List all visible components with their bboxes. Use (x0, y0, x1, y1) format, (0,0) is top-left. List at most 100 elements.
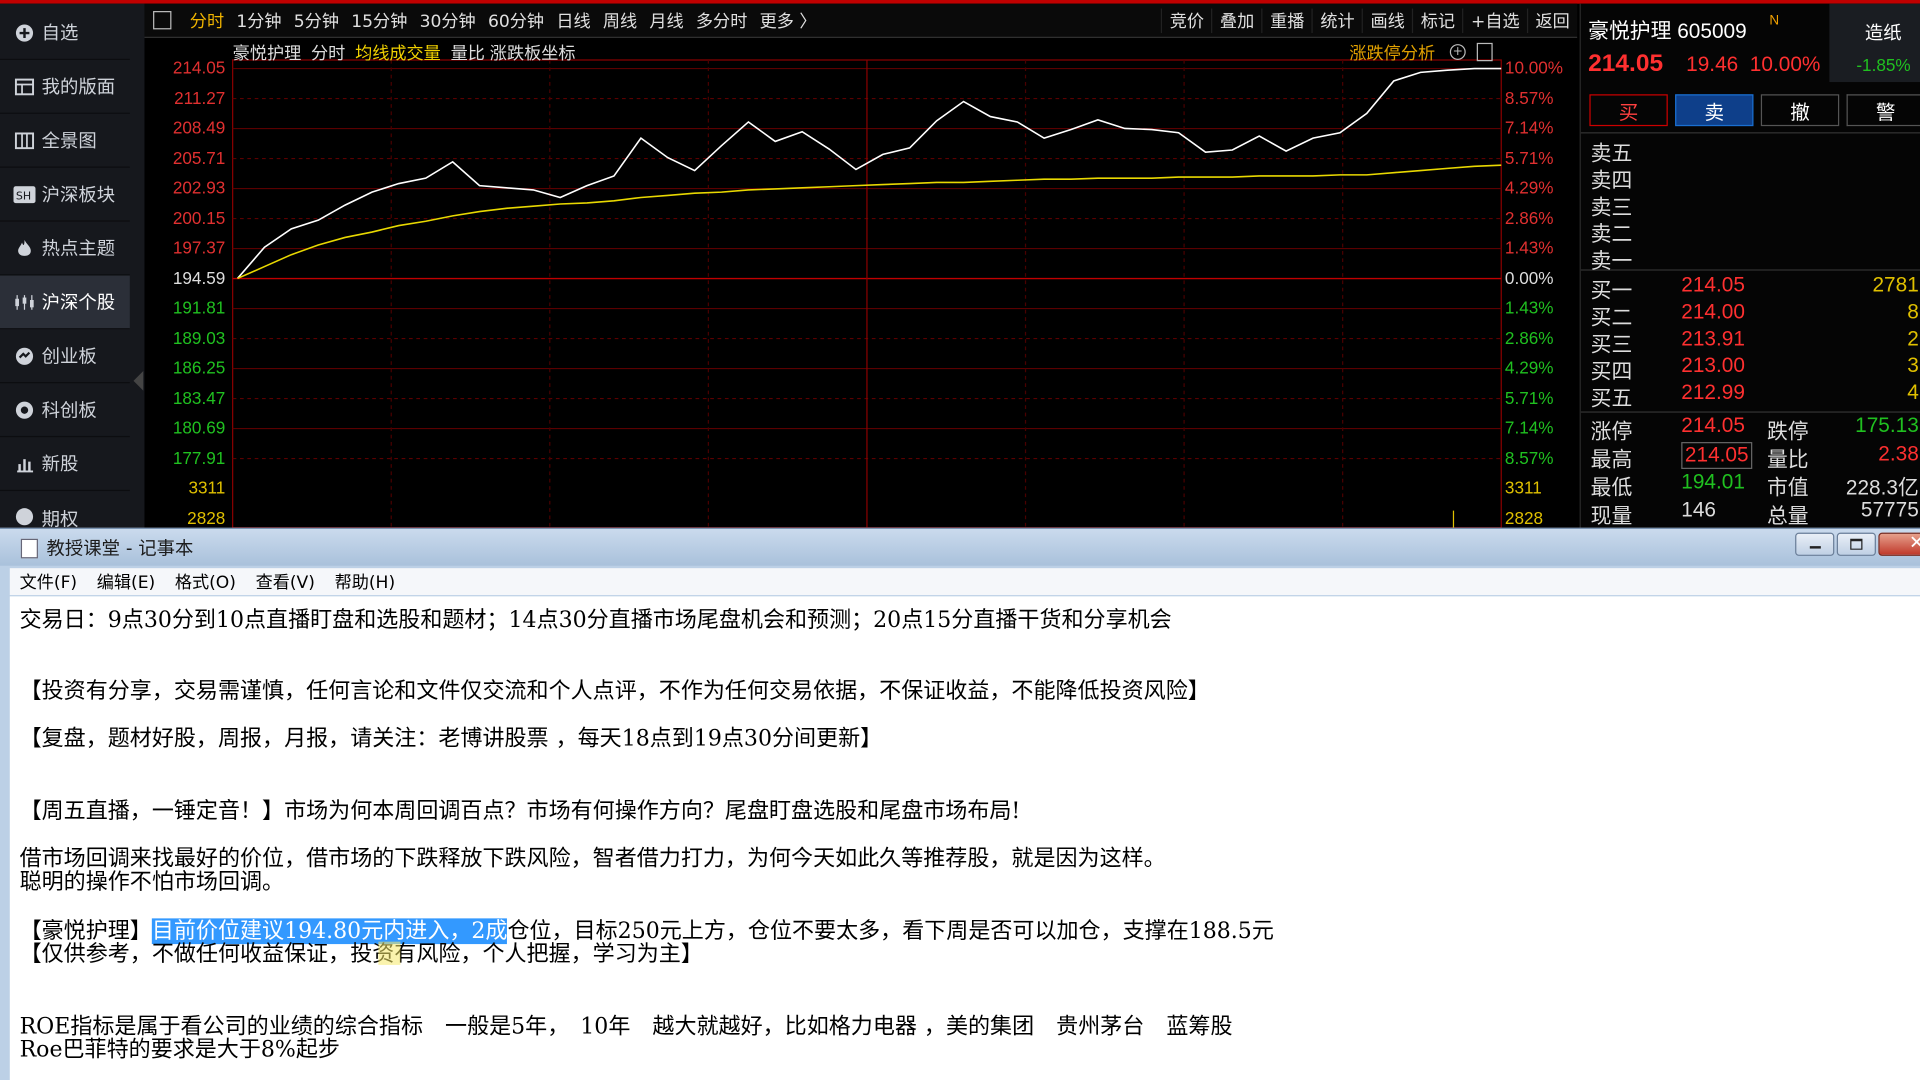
tab-5min[interactable]: 5分钟 (288, 8, 345, 32)
minimize-button[interactable] (1795, 532, 1835, 556)
sell-button[interactable]: 卖 (1675, 94, 1754, 127)
sidebar-item-sector[interactable]: SH 沪深板块 (0, 168, 130, 222)
stock-name-code: 豪悦护理 605009 (1588, 19, 1747, 43)
bid-price[interactable]: 212.99 (1681, 381, 1745, 405)
sidebar-item-hot-topics[interactable]: 热点主题 (0, 222, 130, 276)
tab-30min[interactable]: 30分钟 (413, 8, 481, 32)
percent-tick-label: 7.14% (1504, 417, 1554, 438)
cancel-order-button[interactable]: 撤 (1760, 94, 1840, 127)
chart-canvas[interactable] (144, 38, 1577, 528)
sidebar-item-panorama[interactable]: 全景图 (0, 114, 130, 168)
last-price: 214.05 (1588, 50, 1664, 78)
percent-tick-label: 1.43% (1504, 237, 1554, 258)
sector-box[interactable]: 造纸 -1.85% (1829, 3, 1920, 83)
price-tick-label: 214.05 (172, 57, 226, 78)
tab-intraday[interactable]: 分时 (184, 8, 231, 32)
percent-tick-label: 2.86% (1504, 207, 1554, 228)
notepad-title-bar[interactable]: 教授课堂 - 记事本 ✕ (0, 527, 1920, 566)
stats-button[interactable]: 统计 (1311, 7, 1362, 33)
menu-help[interactable]: 帮助(H) (325, 569, 405, 593)
tab-60min[interactable]: 60分钟 (482, 8, 550, 32)
chart-subheader: 豪悦护理 分时 均线 成交量 量比 涨跌板坐标 (233, 40, 576, 64)
tab-weekly[interactable]: 周线 (597, 8, 644, 32)
intraday-chart[interactable]: 豪悦护理 分时 均线 成交量 量比 涨跌板坐标 涨跌停分析 + 214.05 10… (144, 37, 1578, 528)
sidebar-item-label: 我的版面 (41, 75, 116, 98)
limit-analysis-button[interactable]: 涨跌停分析 (1349, 40, 1435, 64)
maximize-button[interactable] (1836, 532, 1876, 556)
bid-price[interactable]: 214.00 (1681, 300, 1745, 324)
notepad-text-area[interactable]: 交易日：9点30分到10点直播盯盘和选股和题材；14点30分直播市场尾盘机会和预… (9, 596, 1920, 1080)
tab-1min[interactable]: 1分钟 (230, 8, 287, 32)
sidebar-item-label: 热点主题 (41, 237, 116, 260)
sidebar-item-label: 新股 (41, 453, 79, 476)
percent-tick-label: 4.29% (1504, 357, 1554, 378)
stat-value: 228.3亿 (1845, 476, 1919, 500)
notepad-title: 教授课堂 - 记事本 (46, 537, 194, 560)
zoom-in-icon[interactable]: + (1449, 44, 1466, 61)
draw-button[interactable]: 画线 (1361, 7, 1412, 33)
bid-level-label: 买五 (1590, 386, 1633, 411)
ask-level-label: 卖一 (1590, 249, 1633, 274)
text-cursor-highlight (378, 941, 401, 965)
percent-tick-label: 2828 (1504, 507, 1544, 528)
sidebar-item-stocks[interactable]: 沪深个股 (0, 275, 130, 330)
add-watchlist-button[interactable]: +自选 (1462, 7, 1527, 33)
sidebar-collapse-handle[interactable] (133, 371, 144, 391)
text-line: 【周五直播，一锤定音！】市场为何本周回调百点？市场有何操作方向？尾盘盯盘选股和尾… (19, 798, 1021, 825)
panel-toggle-icon[interactable] (1476, 42, 1493, 62)
percent-tick-label: 10.00% (1504, 57, 1564, 78)
price-tick-label: 180.69 (172, 417, 226, 438)
sh-icon: SH (13, 183, 36, 205)
price-change-pct: 10.00% (1749, 52, 1821, 76)
average-price-line (237, 164, 1502, 280)
menu-file[interactable]: 文件(F) (10, 569, 87, 593)
alert-button[interactable]: 警 (1846, 94, 1920, 127)
tab-15min[interactable]: 15分钟 (345, 8, 413, 32)
ratio-label[interactable]: 量比 (451, 40, 485, 64)
price-tick-label: 3311 (188, 477, 226, 498)
notepad-window[interactable]: 教授课堂 - 记事本 ✕ 文件(F) 编辑(E) 格式(O) 查看(V) 帮助(… (0, 527, 1920, 1080)
percent-tick-label: 3311 (1504, 477, 1542, 498)
menu-format[interactable]: 格式(O) (165, 569, 246, 593)
limit-axis-label[interactable]: 涨跌板坐标 (490, 40, 576, 64)
sidebar-item-my-layout[interactable]: 我的版面 (0, 60, 130, 114)
bid-price[interactable]: 213.00 (1681, 354, 1745, 378)
stat-label: 跌停 (1766, 420, 1809, 444)
percent-tick-label: 5.71% (1504, 147, 1554, 168)
sector-name: 造纸 (1864, 23, 1902, 45)
mark-button[interactable]: 标记 (1412, 7, 1462, 33)
close-button[interactable]: ✕ (1878, 531, 1920, 556)
tab-daily[interactable]: 日线 (550, 8, 597, 32)
text-line: Roe巴菲特的要求是大于8%起步 (19, 1037, 340, 1063)
chart-stock-name: 豪悦护理 (232, 44, 302, 64)
back-button[interactable]: 返回 (1526, 7, 1577, 33)
tab-monthly[interactable]: 月线 (643, 8, 690, 32)
price-tick-label: 197.37 (172, 237, 226, 258)
sidebar-item-star-market[interactable]: 科创板 (0, 383, 130, 438)
stat-label: 涨停 (1590, 420, 1633, 444)
price-tick-label: 200.15 (172, 207, 226, 228)
bid-volume: 2781 (1872, 273, 1919, 297)
sidebar-item-watchlist[interactable]: 自选 (0, 6, 130, 61)
bid-price[interactable]: 214.05 (1681, 273, 1745, 297)
menu-view[interactable]: 查看(V) (246, 569, 325, 593)
replay-button[interactable]: 重播 (1261, 7, 1312, 33)
sidebar-item-ipo[interactable]: 新股 (0, 437, 130, 492)
options-icon (13, 506, 35, 528)
price-tick-label: 208.49 (172, 117, 226, 138)
percent-tick-label: 5.71% (1504, 387, 1554, 408)
stat-value: 146 (1681, 498, 1716, 522)
sidebar-item-label: 沪深板块 (41, 183, 116, 206)
tab-more[interactable]: 更多 〉 (753, 8, 822, 32)
buy-button[interactable]: 买 (1589, 94, 1668, 127)
stat-label: 最低 (1590, 476, 1633, 500)
auction-button[interactable]: 竞价 (1161, 7, 1211, 33)
bid-price[interactable]: 213.91 (1681, 327, 1745, 351)
new-stock-badge: N (1769, 13, 1780, 29)
layout-toggle-icon[interactable] (153, 11, 172, 30)
sidebar-item-chinext[interactable]: 创业板 (0, 329, 130, 384)
menu-edit[interactable]: 编辑(E) (87, 569, 165, 593)
overlay-button[interactable]: 叠加 (1211, 7, 1261, 33)
tab-multi-intraday[interactable]: 多分时 (690, 8, 754, 32)
gem-icon (13, 345, 35, 367)
